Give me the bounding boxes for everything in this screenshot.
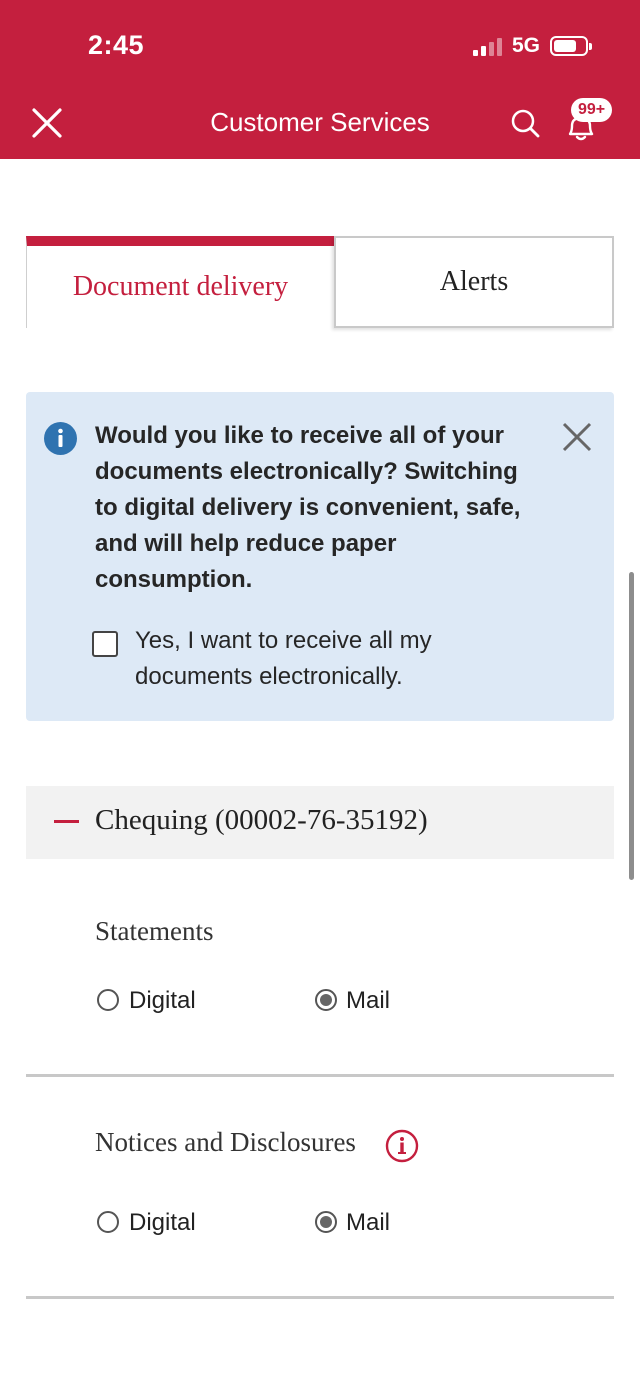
tab-bar: Document delivery Alerts: [26, 236, 614, 328]
statements-digital-label[interactable]: Digital: [129, 987, 196, 1015]
status-time: 2:45: [88, 30, 145, 60]
statements-digital-radio[interactable]: [97, 989, 119, 1011]
notices-mail-radio[interactable]: [315, 1211, 337, 1233]
banner-message: Would you like to receive all of your do…: [95, 422, 521, 593]
statements-mail-radio[interactable]: [315, 989, 337, 1011]
tab-document-delivery[interactable]: Document delivery: [26, 236, 334, 328]
battery-icon: [550, 36, 592, 56]
scrollbar[interactable]: [629, 572, 634, 880]
notices-digital-radio[interactable]: [97, 1211, 119, 1233]
notification-badge: 99+: [571, 98, 613, 122]
status-indicators: 5G: [472, 34, 592, 58]
search-icon[interactable]: [508, 106, 542, 140]
tab-alerts[interactable]: Alerts: [334, 236, 614, 328]
statements-title: Statements: [95, 916, 214, 946]
page-title: Customer Services: [210, 107, 430, 137]
all-electronic-checkbox-label[interactable]: Yes, I want to receive all my documents …: [135, 623, 495, 695]
banner-close-icon[interactable]: [560, 420, 594, 454]
notices-title: Notices and Disclosures: [95, 1127, 356, 1157]
signal-icon: [472, 36, 502, 56]
all-electronic-checkbox[interactable]: [92, 631, 118, 657]
app-header: 2:45 5G Customer Services 99+: [0, 0, 640, 159]
section-divider: [26, 1296, 614, 1299]
statements-mail-label[interactable]: Mail: [346, 987, 390, 1015]
notices-digital-label[interactable]: Digital: [129, 1209, 196, 1237]
digital-delivery-banner: Would you like to receive all of your do…: [26, 392, 614, 721]
account-accordion-header[interactable]: Chequing (00002-76-35192): [26, 786, 614, 859]
minus-icon[interactable]: [54, 820, 79, 823]
notices-mail-label[interactable]: Mail: [346, 1209, 390, 1237]
network-type: 5G: [511, 34, 540, 57]
info-icon: [44, 422, 77, 455]
account-title: Chequing (00002-76-35192): [95, 804, 428, 836]
section-divider: [26, 1074, 614, 1077]
notices-info-icon[interactable]: [385, 1129, 419, 1163]
